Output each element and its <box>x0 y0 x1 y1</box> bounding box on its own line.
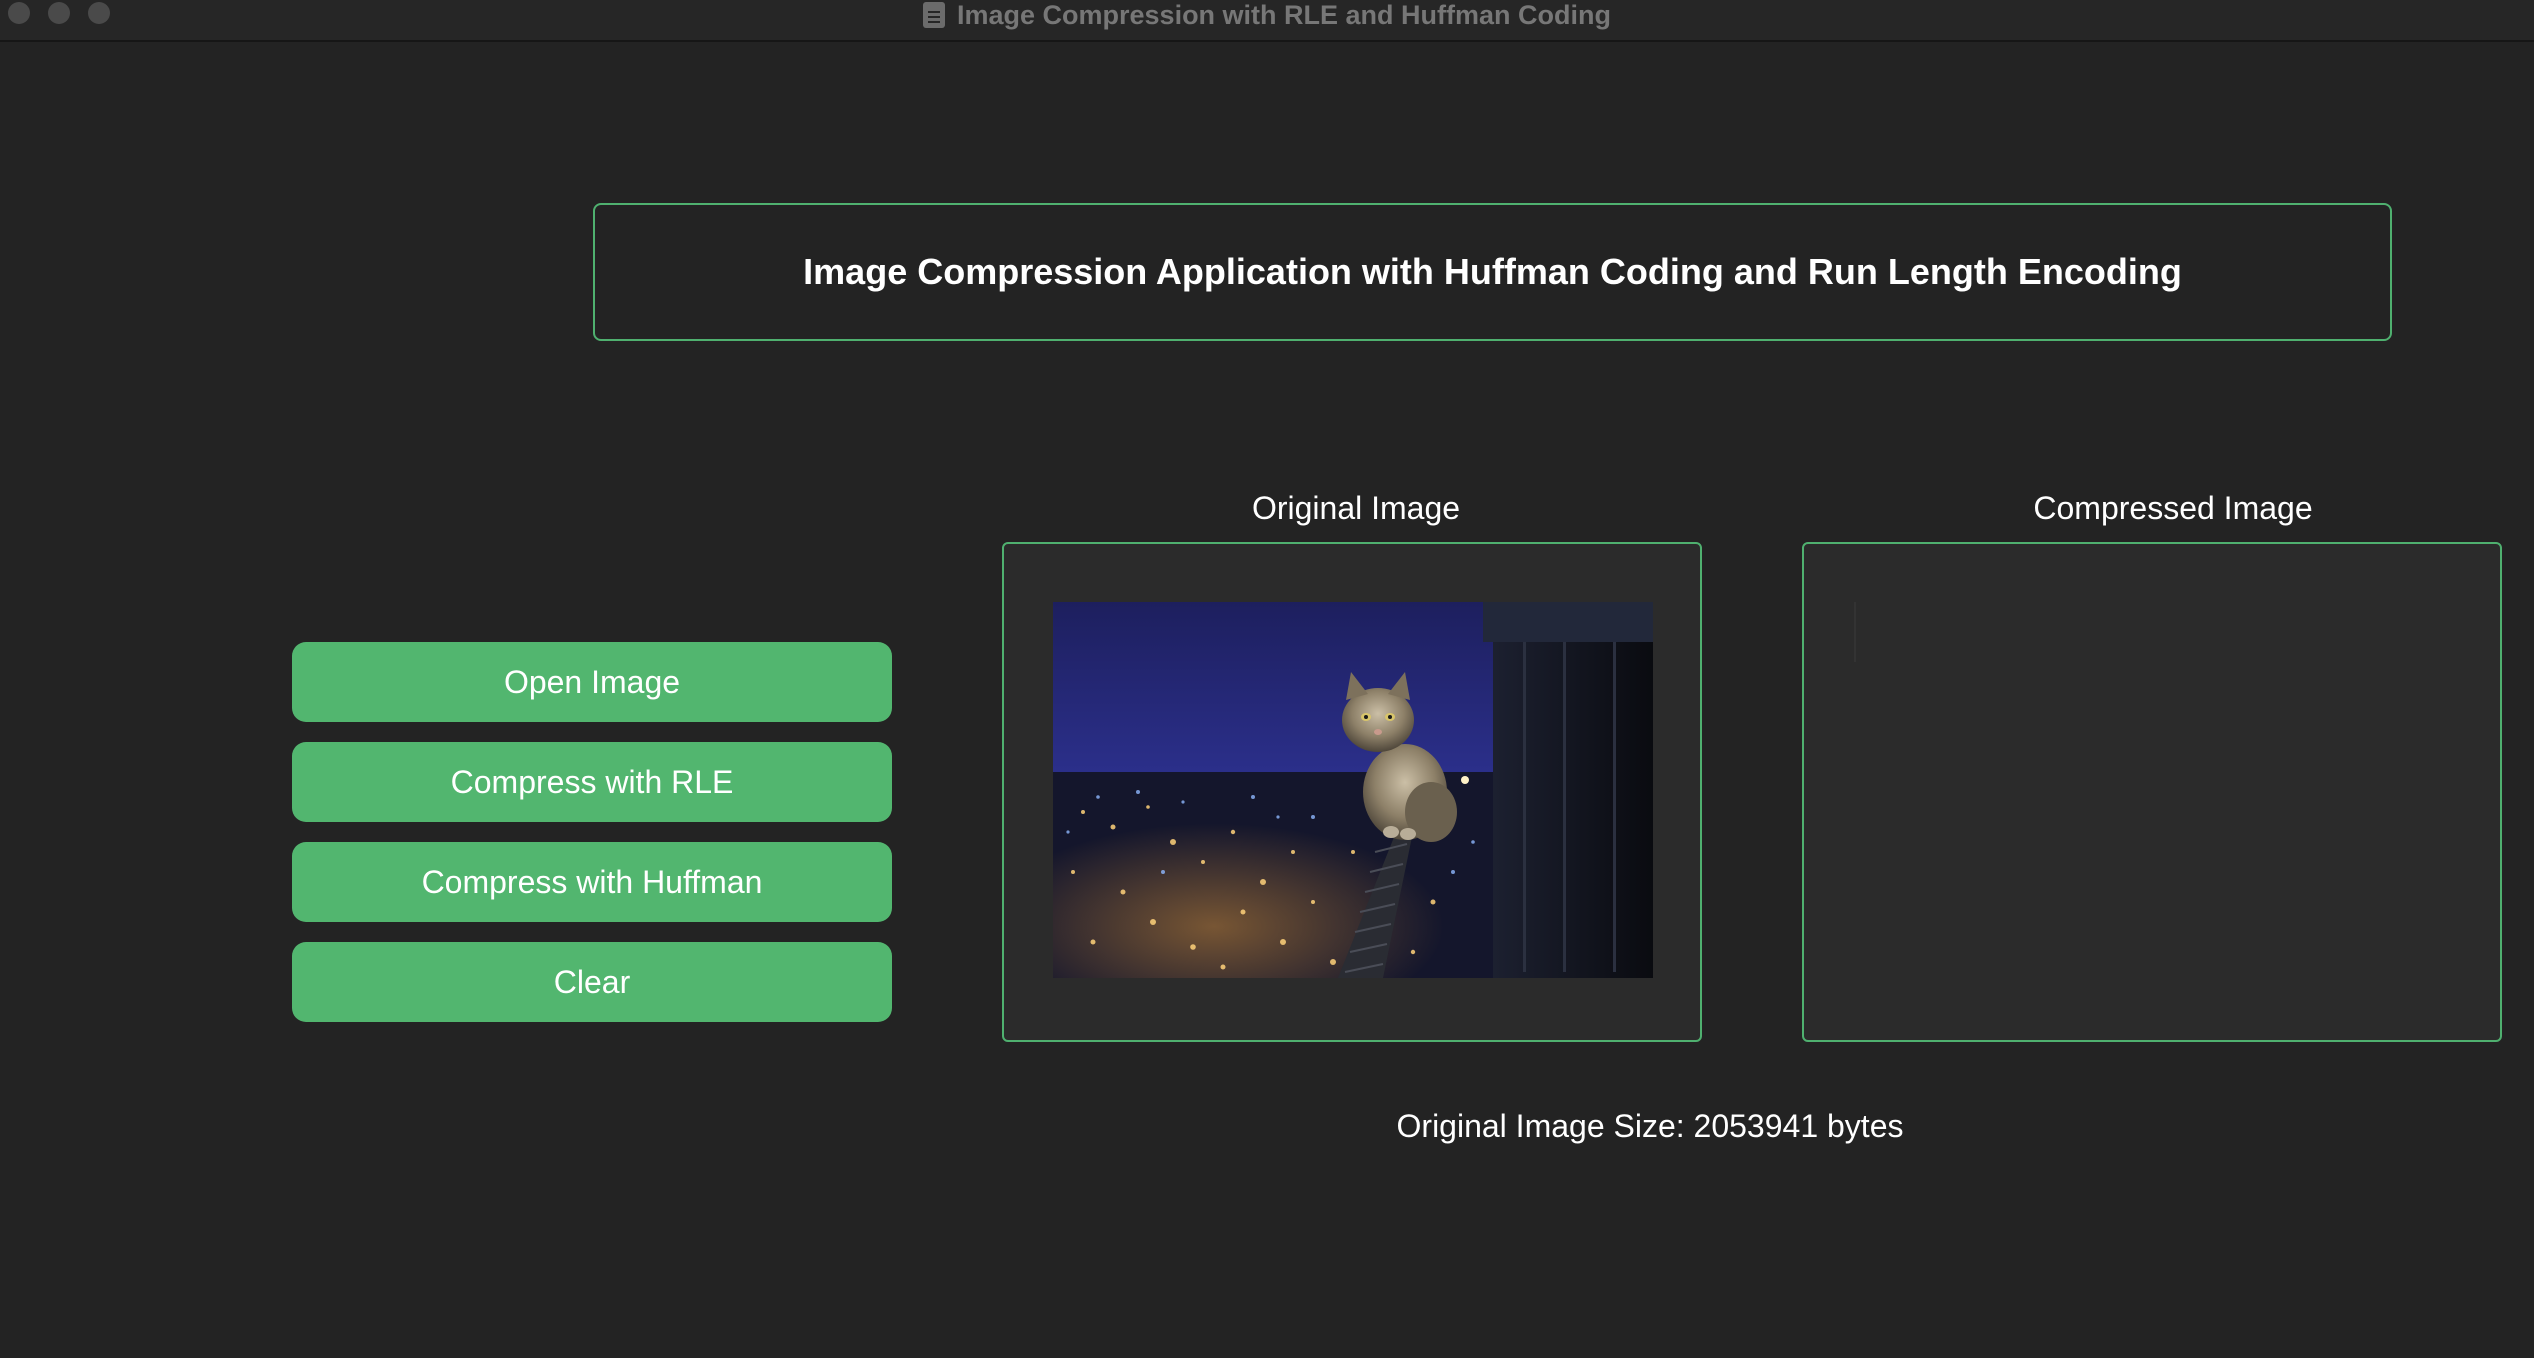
compressed-image-placeholder <box>1854 602 1856 662</box>
document-icon <box>922 2 945 28</box>
original-size-label: Original Image Size: 2053941 bytes <box>1396 1108 1904 1144</box>
app-window: Image Compression with RLE and Huffman C… <box>0 0 2534 1358</box>
compress-huffman-button[interactable]: Compress with Huffman <box>292 842 892 922</box>
app-header: Image Compression Application with Huffm… <box>593 203 2392 341</box>
window-title: Image Compression with RLE and Huffman C… <box>956 0 1612 30</box>
original-image-label: Original Image <box>1251 490 1461 526</box>
app-heading: Image Compression Application with Huffm… <box>803 251 2182 292</box>
compressed-image-panel <box>1802 542 2502 1042</box>
cat-photo <box>1053 602 1653 978</box>
original-image-panel <box>1002 542 1702 1042</box>
title-bar: Image Compression with RLE and Huffman C… <box>0 0 2534 42</box>
compressed-image-label: Compressed Image <box>2033 490 2313 526</box>
open-image-button[interactable]: Open Image <box>292 642 892 722</box>
window-title-group: Image Compression with RLE and Huffman C… <box>0 0 2534 30</box>
clear-button[interactable]: Clear <box>292 942 892 1022</box>
compress-rle-button[interactable]: Compress with RLE <box>292 742 892 822</box>
